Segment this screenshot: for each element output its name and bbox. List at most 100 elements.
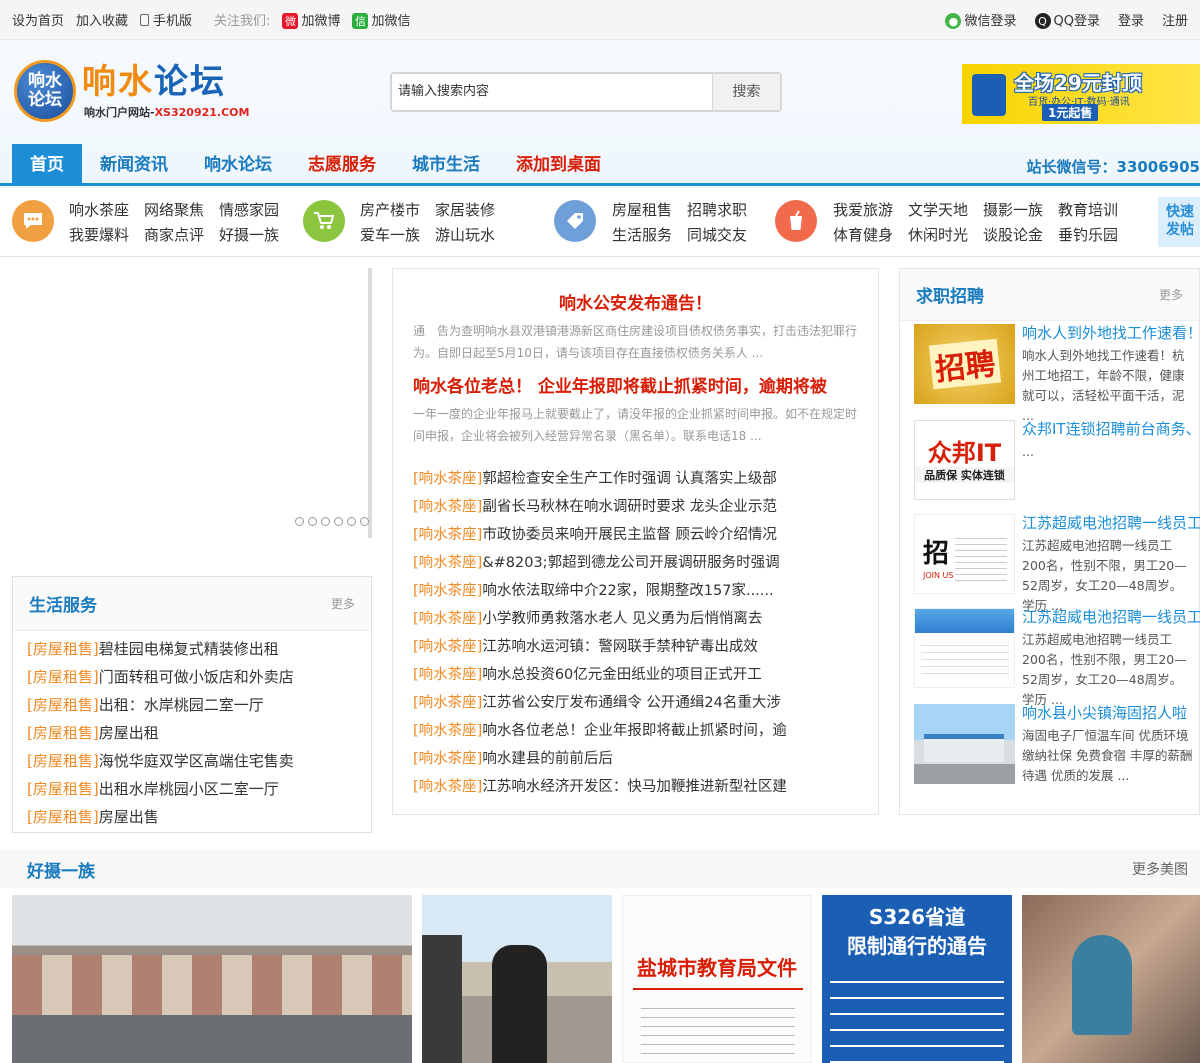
slide-dot[interactable]	[321, 517, 330, 526]
slide-dot[interactable]	[360, 517, 369, 526]
category-link[interactable]: 教育培训	[1058, 199, 1118, 224]
site-logo[interactable]: 响水 论坛 响水论坛 响水门户网站-XS320921.COM	[14, 60, 249, 122]
tag-icon	[554, 200, 596, 242]
nav-volunteer[interactable]: 志愿服务	[290, 144, 394, 183]
category-link[interactable]: 生活服务	[612, 224, 672, 249]
life-service-more[interactable]: 更多	[331, 595, 355, 612]
list-item[interactable]: [房屋租售]碧桂园电梯复式精装修出租	[27, 635, 371, 663]
category-link[interactable]: 网络聚焦	[144, 199, 204, 224]
news-item[interactable]: [响水茶座]小学教师勇救落水老人 见义勇为后悄悄离去	[413, 605, 858, 633]
category-link[interactable]: 好摄一族	[219, 224, 279, 249]
search-button[interactable]: 搜索	[712, 74, 780, 110]
photo-market[interactable]	[1022, 895, 1200, 1063]
category-link[interactable]: 垂钓乐园	[1058, 224, 1118, 249]
category-link[interactable]: 我要爆料	[69, 224, 129, 249]
slide-dot[interactable]	[334, 517, 343, 526]
ad-line3: 1元起售	[1042, 104, 1099, 121]
category-link[interactable]: 房屋租售	[612, 199, 672, 224]
weibo-link[interactable]: 微加微博	[282, 10, 340, 30]
register-link[interactable]: 注册	[1162, 10, 1188, 29]
category-link[interactable]: 家居装修	[435, 199, 495, 224]
chat-icon	[12, 200, 54, 242]
category-link[interactable]: 体育健身	[833, 224, 893, 249]
ad-banner[interactable]: 全场29元封顶 百货·办公·IT·数码·通讯 1元起售	[962, 64, 1200, 124]
headline-1[interactable]: 响水公安发布通告！	[413, 289, 858, 314]
news-item[interactable]: [响水茶座]江苏省公安厅发布通缉令 公开通缉24名重大涉	[413, 689, 858, 717]
category-link[interactable]: 休闲时光	[908, 224, 968, 249]
photo-officials[interactable]	[422, 895, 612, 1063]
slide-dot[interactable]	[295, 517, 304, 526]
life-service-title[interactable]: 生活服务	[29, 591, 97, 616]
list-item[interactable]: [房屋租售]房屋出租	[27, 719, 371, 747]
news-item[interactable]: [响水茶座]郭超检查安全生产工作时强调 认真落实上级部	[413, 465, 858, 493]
ad-headline: 全场29元封顶	[1014, 71, 1142, 95]
login-link[interactable]: 登录	[1118, 10, 1144, 29]
job-thumbnail[interactable]	[914, 608, 1015, 688]
weixin-link[interactable]: 信加微信	[352, 10, 410, 30]
job-thumbnail[interactable]: 招 JOIN US	[914, 514, 1015, 594]
weibo-icon: 微	[282, 13, 299, 30]
news-item[interactable]: [响水茶座]江苏响水运河镇：警网联手禁种铲毒出成效	[413, 633, 858, 661]
cart-icon	[303, 200, 345, 242]
category-link[interactable]: 谈股论金	[983, 224, 1043, 249]
category-link[interactable]: 招聘求职	[687, 199, 747, 224]
qq-login-link[interactable]: Q QQ登录	[1034, 10, 1100, 30]
list-item[interactable]: [房屋租售]房屋出售	[27, 803, 371, 831]
category-link[interactable]: 同城交友	[687, 224, 747, 249]
category-link[interactable]: 房产楼市	[360, 199, 420, 224]
category-link[interactable]: 响水茶座	[69, 199, 129, 224]
list-item[interactable]: [房屋租售]出租水岸桃园小区二室一厅	[27, 775, 371, 803]
wechat-icon: ●	[945, 13, 962, 30]
nav-news[interactable]: 新闻资讯	[82, 144, 186, 183]
news-item[interactable]: [响水茶座]响水依法取缔中介22家，限期整改157家......	[413, 577, 858, 605]
slideshow[interactable]	[0, 268, 372, 538]
category-link[interactable]: 爱车一族	[360, 224, 420, 249]
category-strip: 响水茶座 我要爆料 网络聚焦 商家点评 情感家园 好摄一族 房产楼市 爱车一族 …	[0, 189, 1200, 257]
job-thumbnail[interactable]: 招聘	[914, 324, 1015, 404]
nav-home[interactable]: 首页	[12, 144, 82, 183]
news-item[interactable]: [响水茶座]江苏响水经济开发区：快马加鞭推进新型社区建	[413, 773, 858, 801]
fast-publish-button[interactable]: 快速 发帖	[1158, 197, 1200, 247]
photo-section-more[interactable]: 更多美图	[1132, 859, 1200, 879]
nav-forum[interactable]: 响水论坛	[186, 144, 290, 183]
category-link[interactable]: 游山玩水	[435, 224, 495, 249]
news-item[interactable]: [响水茶座]&#8203;郭超到德龙公司开展调研服务时强调	[413, 549, 858, 577]
logo-badge: 响水 论坛	[14, 60, 76, 122]
photo-section-title[interactable]: 好摄一族	[27, 857, 95, 882]
main-nav: 首页 新闻资讯 响水论坛 志愿服务 城市生活 添加到桌面 站长微信号：33006…	[0, 144, 1200, 186]
photo-road-notice[interactable]: S326省道 限制通行的通告	[822, 895, 1012, 1063]
job-thumbnail[interactable]	[914, 704, 1015, 784]
search-input[interactable]: 请输入搜索内容	[392, 74, 712, 110]
list-item[interactable]: [房屋租售]海悦华庭双学区高端住宅售卖	[27, 747, 371, 775]
headline-2[interactable]: 响水各位老总！ 企业年报即将截止抓紧时间，逾期将被	[413, 372, 858, 397]
news-item[interactable]: [响水茶座]响水建县的前前后后	[413, 745, 858, 773]
photo-document[interactable]: 盐城市教育局文件	[622, 895, 812, 1063]
list-item[interactable]: [房屋租售]出租：水岸桃园二室一厅	[27, 691, 371, 719]
nav-city-life[interactable]: 城市生活	[394, 144, 498, 183]
slide-dot[interactable]	[308, 517, 317, 526]
slide-dot[interactable]	[347, 517, 356, 526]
top-bar: 设为首页 加入收藏 手机版 关注我们: 微加微博 信加微信 ● 微信登录 Q QQ登…	[0, 0, 1200, 40]
job-thumbnail[interactable]: 众邦IT 品质保 实体连锁	[914, 420, 1015, 500]
news-item[interactable]: [响水茶座]副省长马秋林在响水调研时要求 龙头企业示范	[413, 493, 858, 521]
jobs-title[interactable]: 求职招聘	[916, 282, 984, 307]
jobs-header: 求职招聘 更多	[900, 269, 1199, 321]
category-link[interactable]: 我爱旅游	[833, 199, 893, 224]
jobs-more[interactable]: 更多	[1159, 286, 1183, 303]
news-item[interactable]: [响水茶座]市政协委员来响开展民主监督 顾云岭介绍情况	[413, 521, 858, 549]
photo-street[interactable]	[12, 895, 412, 1063]
news-item[interactable]: [响水茶座]响水总投资60亿元金田纸业的项目正式开工	[413, 661, 858, 689]
list-item[interactable]: [房屋租售]门面转租可做小饭店和外卖店	[27, 663, 371, 691]
wechat-login-link[interactable]: ● 微信登录	[945, 10, 1017, 30]
set-home-link[interactable]: 设为首页	[12, 10, 64, 29]
add-favorite-link[interactable]: 加入收藏	[76, 10, 128, 29]
news-item[interactable]: [响水茶座]响水各位老总！企业年报即将截止抓紧时间，逾	[413, 717, 858, 745]
category-link[interactable]: 商家点评	[144, 224, 204, 249]
category-link[interactable]: 摄影一族	[983, 199, 1043, 224]
photo-gallery: 盐城市教育局文件 S326省道 限制通行的通告	[12, 895, 1200, 1063]
category-link[interactable]: 文学天地	[908, 199, 968, 224]
category-link[interactable]: 情感家园	[219, 199, 279, 224]
mobile-link[interactable]: 手机版	[140, 10, 192, 29]
life-service-box: 生活服务 更多 [房屋租售]碧桂园电梯复式精装修出租 [房屋租售]门面转租可做小…	[12, 576, 372, 833]
nav-add-desktop[interactable]: 添加到桌面	[498, 144, 619, 183]
